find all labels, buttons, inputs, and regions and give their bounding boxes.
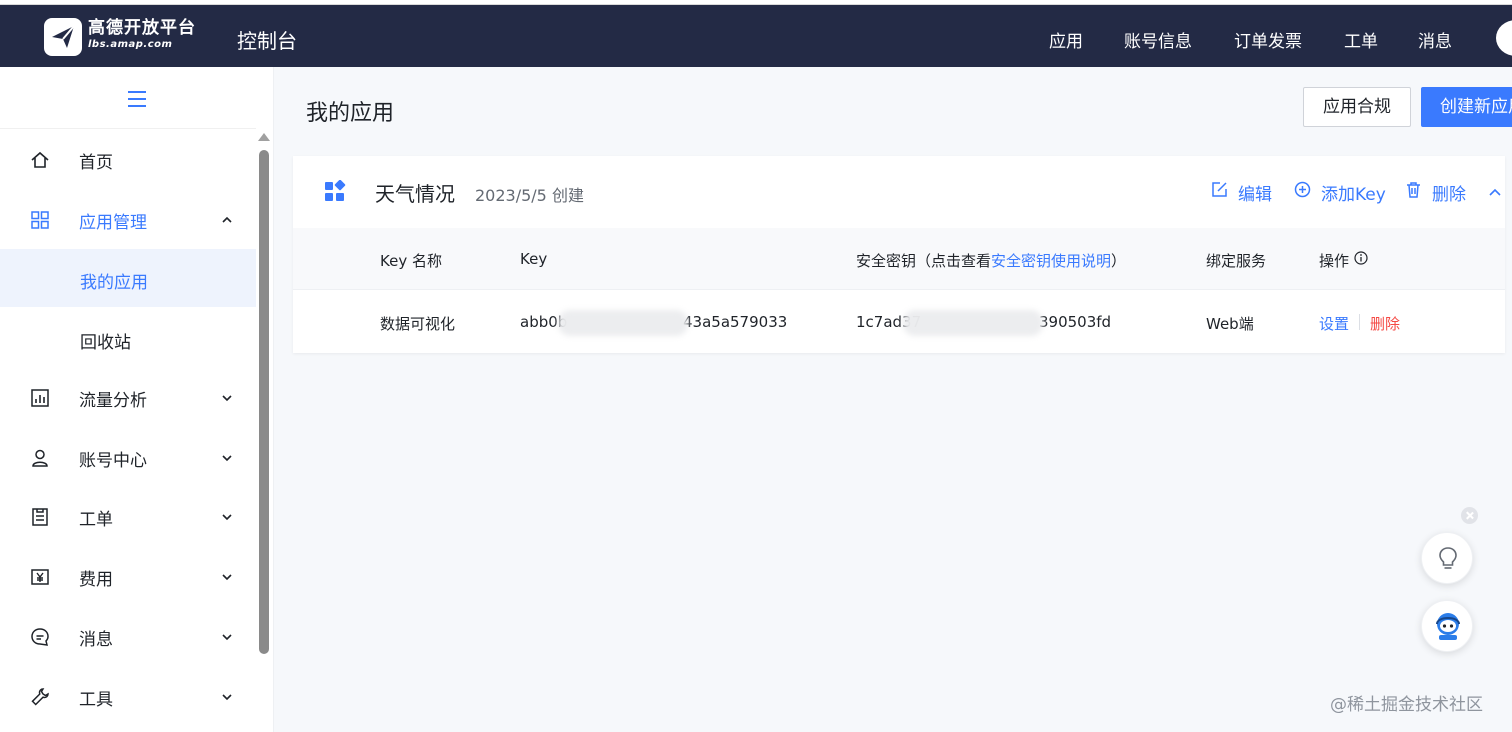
sidebar-item-label: 消息 <box>79 630 113 650</box>
nav-tickets[interactable]: 工单 <box>1344 27 1378 52</box>
top-navbar: 高德开放平台 lbs.amap.com 控制台 应用 账号信息 订单发票 工单 … <box>0 5 1512 67</box>
sidebar-item-tools[interactable]: 工具 <box>0 668 256 726</box>
table-cell-secret-tail: 390503fd <box>1039 313 1112 331</box>
scrollbar-up-arrow[interactable] <box>258 133 270 141</box>
nav-apps[interactable]: 应用 <box>1049 27 1083 52</box>
sidebar-item-label: 首页 <box>79 153 113 173</box>
user-icon <box>32 449 48 467</box>
home-icon <box>31 151 49 168</box>
ticket-icon <box>32 508 48 526</box>
chevron-up-icon <box>222 216 232 223</box>
secret-header-prefix: 安全密钥（点击查看 <box>856 252 992 270</box>
chevron-down-icon <box>222 514 232 521</box>
column-header-key: Key <box>520 250 548 268</box>
secret-header-suffix: ） <box>1111 252 1127 270</box>
app-created-date: 2023/5/5 创建 <box>475 186 584 205</box>
watermark: @稀土掘金技术社区 <box>1330 695 1483 715</box>
chart-icon <box>31 389 49 407</box>
sidebar-item-label: 工单 <box>79 510 113 530</box>
delete-app-button[interactable]: 删除 <box>1432 180 1466 205</box>
trash-icon[interactable] <box>1405 181 1422 198</box>
nav-orders-invoices[interactable]: 订单发票 <box>1234 27 1302 52</box>
wrench-icon <box>31 688 49 706</box>
tips-button[interactable] <box>1421 532 1473 584</box>
chevron-down-icon <box>222 574 232 581</box>
table-cell-key-name: 数据可视化 <box>380 315 456 333</box>
add-circle-icon[interactable] <box>1294 181 1311 198</box>
sidebar-item-tickets[interactable]: 工单 <box>0 488 256 546</box>
sidebar: 首页 应用管理 我的应用 回收站 流量分析 账号中心 工单 费用 消息 工具 <box>0 67 274 732</box>
brand-url: lbs.amap.com <box>88 39 173 50</box>
nav-messages[interactable]: 消息 <box>1418 27 1452 52</box>
sidebar-item-billing[interactable]: 费用 <box>0 548 256 606</box>
sidebar-item-label: 工具 <box>79 690 113 710</box>
app-name: 天气情况 <box>375 182 455 206</box>
support-agent-icon <box>1436 613 1460 640</box>
sidebar-subitem-my-apps[interactable]: 我的应用 <box>0 249 256 307</box>
edit-icon[interactable] <box>1211 181 1228 198</box>
chevron-up-icon[interactable] <box>1488 186 1502 198</box>
lightbulb-icon <box>1439 547 1457 569</box>
brand[interactable]: 高德开放平台 lbs.amap.com <box>88 17 196 51</box>
sidebar-item-messages[interactable]: 消息 <box>0 608 256 666</box>
console-title: 控制台 <box>237 29 297 53</box>
info-icon[interactable] <box>1354 251 1368 265</box>
sidebar-item-account-center[interactable]: 账号中心 <box>0 429 256 487</box>
column-header-service: 绑定服务 <box>1206 252 1267 270</box>
key-settings-button[interactable]: 设置 <box>1319 313 1349 334</box>
key-delete-button[interactable]: 删除 <box>1370 313 1400 334</box>
create-app-button[interactable]: 创建新应用 <box>1421 87 1512 127</box>
table-cell-service: Web端 <box>1206 315 1254 333</box>
column-header-operation: 操作 <box>1319 252 1350 270</box>
paper-plane-icon <box>52 25 75 48</box>
customer-service-button[interactable] <box>1421 600 1473 652</box>
brand-name: 高德开放平台 <box>88 18 196 38</box>
secret-usage-link[interactable]: 安全密钥使用说明 <box>991 252 1111 270</box>
column-header-key-name: Key 名称 <box>380 252 442 270</box>
sidebar-item-label: 应用管理 <box>79 213 147 233</box>
sidebar-item-label: 流量分析 <box>79 391 147 411</box>
redaction-blur <box>903 310 1043 336</box>
redaction-blur <box>558 310 688 336</box>
app-compliance-button[interactable]: 应用合规 <box>1303 87 1411 127</box>
sidebar-item-home[interactable]: 首页 <box>0 131 256 189</box>
nav-account-info[interactable]: 账号信息 <box>1124 27 1192 52</box>
table-cell-key-tail: 43a5a579033 <box>683 313 788 331</box>
apps-grid-icon <box>31 211 49 229</box>
sidebar-subitem-label: 回收站 <box>80 333 131 353</box>
sidebar-item-app-management[interactable]: 应用管理 <box>0 191 256 249</box>
sidebar-subitem-label: 我的应用 <box>80 273 148 293</box>
chevron-down-icon <box>222 455 232 462</box>
chevron-down-icon <box>222 395 232 402</box>
app-blocks-icon <box>325 180 346 201</box>
column-header-secret: 安全密钥（点击查看安全密钥使用说明） <box>856 250 1126 271</box>
sidebar-scrollbar[interactable] <box>259 150 269 654</box>
menu-toggle-icon[interactable] <box>128 91 146 112</box>
sidebar-divider <box>0 128 256 129</box>
sidebar-subitem-recycle-bin[interactable]: 回收站 <box>0 309 256 367</box>
action-separator <box>1359 314 1360 330</box>
sidebar-item-label: 费用 <box>79 570 113 590</box>
sidebar-item-label: 账号中心 <box>79 451 147 471</box>
page-title: 我的应用 <box>306 101 395 126</box>
chevron-down-icon <box>222 694 232 701</box>
amap-logo[interactable] <box>44 18 82 56</box>
message-icon <box>31 628 49 646</box>
edit-app-button[interactable]: 编辑 <box>1238 180 1272 205</box>
add-key-button[interactable]: 添加Key <box>1321 180 1386 205</box>
sidebar-item-traffic-analysis[interactable]: 流量分析 <box>0 369 256 427</box>
chevron-down-icon <box>222 634 232 641</box>
close-icon[interactable] <box>1461 507 1478 524</box>
yuan-icon <box>31 569 49 585</box>
